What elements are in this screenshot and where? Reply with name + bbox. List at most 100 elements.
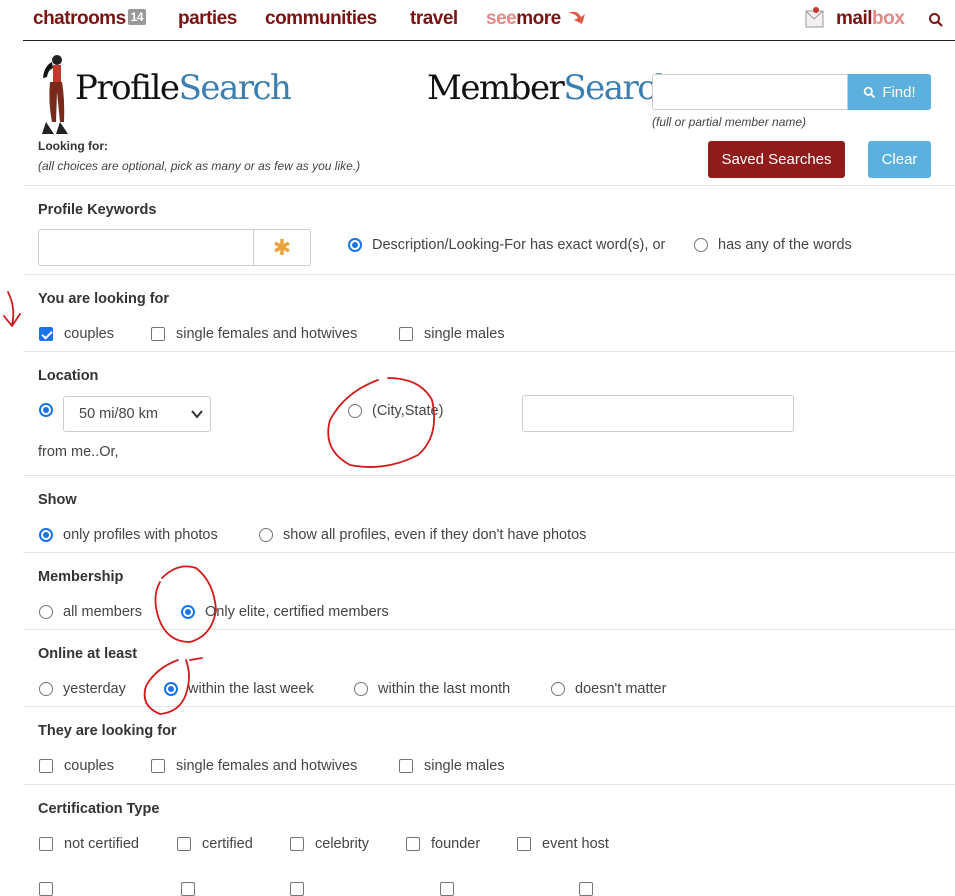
looking-for-note: (all choices are optional, pick as many … (38, 159, 361, 173)
city-state-input[interactable] (522, 395, 794, 432)
city-state-option[interactable]: (City,State) (348, 403, 443, 419)
mailbox-icon[interactable] (803, 5, 827, 31)
member-search-logo: MemberSearch: (427, 68, 687, 108)
cert-certified-checkbox[interactable] (177, 837, 191, 851)
member-name-note: (full or partial member name) (652, 115, 807, 129)
they-looking-for-title: They are looking for (38, 723, 177, 739)
all-members-radio[interactable] (39, 605, 53, 619)
cert-celebrity-checkbox[interactable] (290, 837, 304, 851)
nav-mail-label: mail (836, 8, 873, 29)
you-single-females-checkbox[interactable] (151, 327, 165, 341)
elite-members-option[interactable]: Only elite, certified members (181, 604, 389, 620)
partial-checkbox[interactable] (39, 882, 53, 896)
they-single-females-checkbox[interactable] (151, 759, 165, 773)
chevron-down-icon (191, 410, 203, 419)
online-yesterday-option[interactable]: yesterday (39, 681, 126, 697)
they-single-males-checkbox[interactable] (399, 759, 413, 773)
all-profiles-option[interactable]: show all profiles, even if they don't ha… (259, 527, 586, 543)
profile-search-logo-figure (42, 55, 68, 134)
cert-celebrity-option[interactable]: celebrity (290, 836, 369, 852)
partial-checkbox[interactable] (290, 882, 304, 896)
cert-not-certified-option[interactable]: not certified (39, 836, 139, 852)
nav-more-label: more (516, 8, 561, 29)
nav-communities[interactable]: communities (265, 8, 377, 30)
online-month-radio[interactable] (354, 682, 368, 696)
online-doesnt-matter-radio[interactable] (551, 682, 565, 696)
you-single-males-checkbox[interactable] (399, 327, 413, 341)
you-couples-checkbox[interactable] (39, 327, 53, 341)
you-single-males-option[interactable]: single males (399, 326, 505, 342)
star-icon[interactable]: ✱ (253, 229, 311, 266)
nav-chatrooms[interactable]: chatrooms 14 (33, 8, 146, 30)
all-profiles-radio[interactable] (259, 528, 273, 542)
photos-only-option[interactable]: only profiles with photos (39, 527, 218, 543)
cert-founder-checkbox[interactable] (406, 837, 420, 851)
keywords-input[interactable] (38, 229, 254, 266)
cert-not-certified-checkbox[interactable] (39, 837, 53, 851)
partial-checkbox[interactable] (579, 882, 593, 896)
they-couples-checkbox[interactable] (39, 759, 53, 773)
clear-button[interactable]: Clear (868, 141, 931, 178)
profile-keywords-title: Profile Keywords (38, 202, 157, 218)
partial-checkbox[interactable] (181, 882, 195, 896)
member-name-input[interactable] (652, 74, 848, 110)
arrow-icon (568, 11, 586, 24)
cert-event-host-label: event host (542, 836, 609, 852)
chatrooms-count-badge: 14 (127, 9, 146, 25)
exact-words-option[interactable]: Description/Looking-For has exact word(s… (348, 237, 665, 253)
nav-parties[interactable]: parties (178, 8, 237, 30)
all-members-option[interactable]: all members (39, 604, 142, 620)
they-single-females-label: single females and hotwives (176, 758, 358, 774)
show-title: Show (38, 492, 77, 508)
distance-radio[interactable] (39, 403, 53, 417)
cert-founder-label: founder (431, 836, 481, 852)
nav-divider (23, 40, 955, 41)
you-couples-label: couples (64, 326, 114, 342)
city-state-radio[interactable] (348, 404, 362, 418)
online-month-label: within the last month (378, 681, 511, 697)
they-single-males-option[interactable]: single males (399, 758, 505, 774)
nav-mailbox[interactable]: mailbox (836, 8, 905, 30)
online-week-label: within the last week (188, 681, 314, 697)
red-annotations (3, 291, 436, 715)
all-profiles-label: show all profiles, even if they don't ha… (283, 527, 587, 543)
find-button[interactable]: Find! (848, 74, 931, 110)
they-single-females-option[interactable]: single females and hotwives (151, 758, 357, 774)
search-logo-word: Search (178, 68, 292, 108)
online-yesterday-radio[interactable] (39, 682, 53, 696)
annotation-arrow (3, 291, 21, 327)
online-month-option[interactable]: within the last month (354, 681, 510, 697)
cert-event-host-checkbox[interactable] (517, 837, 531, 851)
cert-event-host-option[interactable]: event host (517, 836, 609, 852)
profile-logo-word: Profile (75, 68, 180, 108)
photos-only-radio[interactable] (39, 528, 53, 542)
online-yesterday-label: yesterday (63, 681, 126, 697)
search-icon[interactable] (928, 12, 944, 28)
they-couples-option[interactable]: couples (39, 758, 114, 774)
you-single-females-label: single females and hotwives (176, 326, 358, 342)
cert-not-certified-label: not certified (64, 836, 139, 852)
membership-title: Membership (38, 569, 124, 585)
online-title: Online at least (38, 646, 138, 662)
online-doesnt-matter-option[interactable]: doesn't matter (551, 681, 666, 697)
any-words-option[interactable]: has any of the words (694, 237, 852, 253)
nav-box-label: box (872, 8, 905, 29)
you-couples-option[interactable]: couples (39, 326, 114, 342)
nav-chatrooms-label: chatrooms (33, 8, 126, 29)
they-single-males-label: single males (424, 758, 505, 774)
nav-seemore[interactable]: seemore (486, 8, 589, 30)
distance-radio-option[interactable] (39, 403, 63, 417)
exact-words-radio[interactable] (348, 238, 362, 252)
cert-certified-option[interactable]: certified (177, 836, 253, 852)
distance-select[interactable]: 50 mi/80 km (63, 396, 211, 432)
elite-members-radio[interactable] (181, 605, 195, 619)
partial-checkbox[interactable] (440, 882, 454, 896)
online-week-radio[interactable] (164, 682, 178, 696)
nav-travel[interactable]: travel (410, 8, 458, 30)
you-single-females-option[interactable]: single females and hotwives (151, 326, 357, 342)
any-words-radio[interactable] (694, 238, 708, 252)
saved-searches-button[interactable]: Saved Searches (708, 141, 845, 178)
section-divider (23, 274, 955, 275)
cert-founder-option[interactable]: founder (406, 836, 480, 852)
online-week-option[interactable]: within the last week (164, 681, 314, 697)
